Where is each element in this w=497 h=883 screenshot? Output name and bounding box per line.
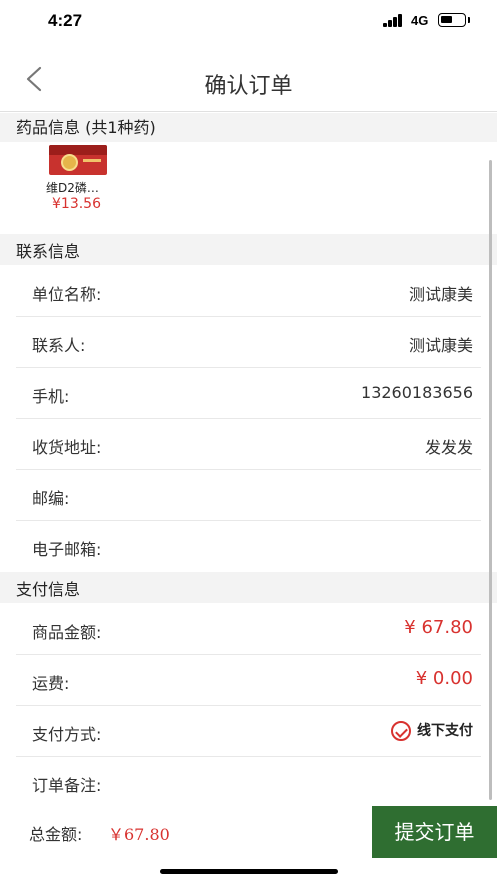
total-value: ￥67.80 xyxy=(108,825,170,844)
row-order-remark[interactable]: 订单备注: xyxy=(16,757,481,808)
row-goods-amount: 商品金额: ¥ 67.80 xyxy=(16,604,481,655)
row-shipping-fee: 运费: ¥ 0.00 xyxy=(16,655,481,706)
row-label: 收货地址: xyxy=(32,438,102,457)
check-circle-icon xyxy=(391,721,411,741)
row-label: 订单备注: xyxy=(32,776,102,795)
shipping-fee-value: ¥ 0.00 xyxy=(415,668,473,689)
row-label: 支付方式: xyxy=(32,725,102,744)
scrollbar[interactable] xyxy=(489,160,492,800)
battery-cap xyxy=(468,17,470,23)
row-label: 邮编: xyxy=(32,489,70,508)
product-list: 维D2磷… ¥13.56 xyxy=(0,142,497,232)
page-title: 确认订单 xyxy=(204,74,293,99)
row-payment-method: 支付方式: 线下支付 xyxy=(16,706,481,757)
section-header-drug-info: 药品信息 (共1种药) xyxy=(0,113,497,142)
row-label: 电子邮箱: xyxy=(32,540,102,559)
total-label: 总金额: xyxy=(29,825,83,844)
section-header-contact-info: 联系信息 xyxy=(0,234,497,265)
submit-order-button[interactable]: 提交订单 xyxy=(372,806,497,858)
bottom-bar: 总金额: ￥67.80 提交订单 xyxy=(0,806,497,858)
row-shipping-address: 收货地址: 发发发 xyxy=(16,419,481,470)
goods-amount-value: ¥ 67.80 xyxy=(404,617,473,638)
status-bar: 4:27 4G xyxy=(0,0,497,44)
payment-method-label: 线下支付 xyxy=(417,723,473,739)
network-label: 4G xyxy=(411,13,429,28)
row-value: 13260183656 xyxy=(361,383,473,402)
row-label: 单位名称: xyxy=(32,285,102,304)
product-price: ¥13.56 xyxy=(52,196,101,212)
product-name: 维D2磷… xyxy=(46,181,99,195)
row-company-name: 单位名称: 测试康美 xyxy=(16,266,481,317)
row-value: 测试康美 xyxy=(408,285,473,304)
signal-icon xyxy=(383,14,405,27)
row-email: 电子邮箱: xyxy=(16,521,481,572)
row-contact-person: 联系人: 测试康美 xyxy=(16,317,481,368)
nav-bar: 确认订单 xyxy=(0,44,497,112)
battery-icon xyxy=(438,13,466,27)
row-phone: 手机: 13260183656 xyxy=(16,368,481,419)
row-value: 测试康美 xyxy=(408,336,473,355)
status-time: 4:27 xyxy=(48,11,83,30)
row-label: 手机: xyxy=(32,387,70,406)
row-label: 联系人: xyxy=(32,336,86,355)
row-label: 商品金额: xyxy=(32,623,102,642)
product-image[interactable] xyxy=(49,145,107,175)
payment-method-option[interactable]: 线下支付 xyxy=(391,720,473,741)
home-indicator xyxy=(160,869,338,874)
row-label: 运费: xyxy=(32,674,70,693)
section-header-payment-info: 支付信息 xyxy=(0,572,497,603)
row-postal-code: 邮编: xyxy=(16,470,481,521)
row-value: 发发发 xyxy=(424,438,473,457)
